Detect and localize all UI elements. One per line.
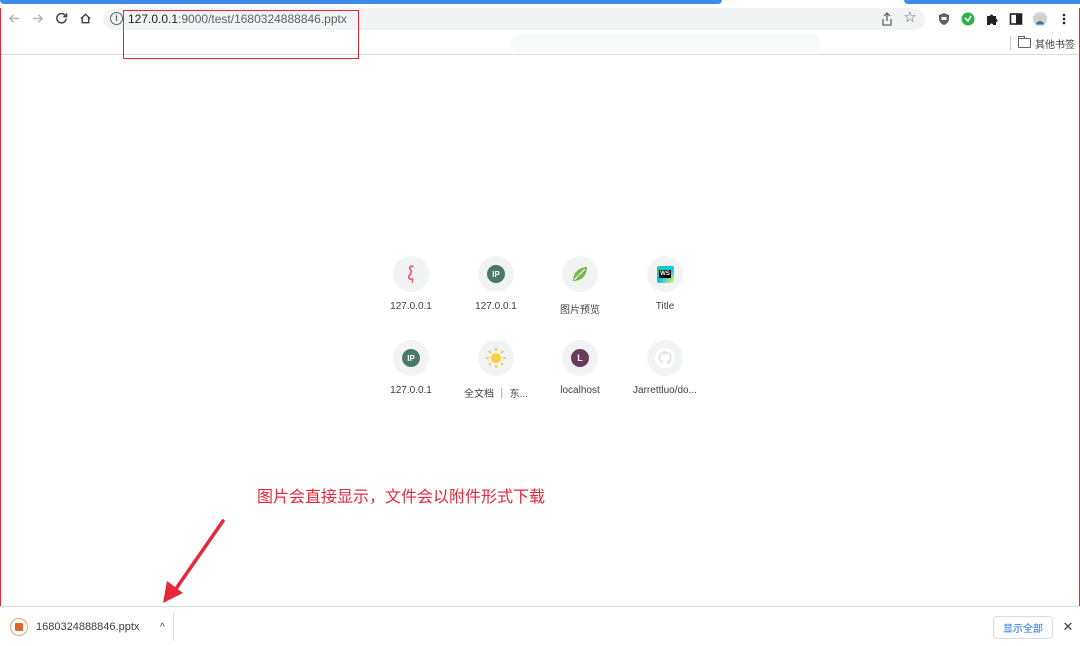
shortcut-label: Title [655,301,675,312]
back-button[interactable] [4,8,24,28]
bookmarks-bar: 其他书签 [0,31,1080,55]
shortcut-label: localhost [560,385,600,396]
url-text[interactable]: 127.0.0.1:9000/test/1680324888846.pptx [128,11,347,27]
shortcut-icon-wrap [478,340,514,376]
shield-icon [939,13,949,25]
spring-leaf-icon [573,267,587,281]
pptx-file-icon [10,618,28,636]
shortcut-icon-wrap [393,256,429,292]
show-all-button[interactable]: 显示全部 [993,616,1053,639]
arrow-left-icon [8,13,19,23]
download-file-name: 1680324888846.pptx [36,621,140,633]
letter-l-icon: L [571,349,589,367]
webstorm-badge-text: WS [659,270,671,278]
shortcut-tile[interactable]: 图片预览 [532,256,628,328]
shortcut-label: 127.0.0.1 [390,385,432,396]
shortcut-label: 全文档 ｜ 东... [464,389,528,400]
extensions-button[interactable] [984,11,1000,27]
annotation-arrow-icon [163,519,225,603]
shortcut-icon-wrap: IP [478,256,514,292]
extension-shield[interactable] [936,11,952,27]
url-path: :9000/test/1680324888846.pptx [178,12,347,26]
reload-button[interactable] [51,8,71,28]
ip-icon: IP [487,265,505,283]
green-check-icon [961,12,975,26]
shortcut-tile[interactable]: Jarrettluo/do... [617,340,713,412]
kebab-menu-icon [1062,13,1066,25]
bookmarks-blank-area [510,34,820,52]
side-panel-icon [1009,13,1023,25]
avatar-icon [1033,12,1047,26]
flamingo-icon [407,265,414,284]
download-item[interactable]: 1680324888846.pptx ^ [6,613,174,641]
menu-button[interactable] [1056,11,1072,27]
profile-avatar[interactable] [1032,11,1048,27]
shortcut-tile[interactable]: IP 127.0.0.1 [363,340,459,412]
extension-green[interactable] [960,11,976,27]
tab-indicator[interactable] [904,0,1080,4]
forward-button[interactable] [27,8,47,28]
reload-icon [55,12,67,24]
shortcut-icon-wrap [562,256,598,292]
shortcut-label: 图片预览 [560,305,600,316]
shortcut-tile[interactable]: WS Title [617,256,713,328]
address-bar[interactable]: i 127.0.0.1:9000/test/1680324888846.pptx… [103,8,925,30]
shortcut-label: Jarrettluo/do... [633,385,697,396]
chevron-up-icon[interactable]: ^ [155,622,169,633]
shortcut-icon-wrap [647,340,683,376]
active-tab-indicator[interactable] [0,0,722,4]
shortcut-tile[interactable]: 全文档 ｜ 东... [448,340,544,412]
sun-icon [486,348,506,368]
arrow-right-icon [32,13,43,23]
folder-icon [1018,36,1031,48]
shortcut-label: 127.0.0.1 [475,301,517,312]
shortcut-tile[interactable]: IP 127.0.0.1 [448,256,544,328]
other-bookmarks-label: 其他书签 [1035,39,1075,51]
shortcut-icon-wrap: WS [647,256,683,292]
puzzle-icon [987,14,998,25]
download-shelf: 1680324888846.pptx ^ 显示全部 ✕ [0,606,1080,646]
share-icon[interactable] [879,11,895,27]
close-icon[interactable]: ✕ [1060,618,1076,636]
bookmarks-separator [1010,36,1011,50]
annotation-text: 图片会直接显示，文件会以附件形式下载 [257,487,546,506]
shortcut-icon-wrap: L [562,340,598,376]
shortcut-tile[interactable]: 127.0.0.1 [363,256,459,328]
other-bookmarks-button[interactable]: 其他书签 [1018,35,1075,51]
github-icon [655,348,675,368]
ip-icon: IP [402,349,420,367]
webstorm-icon: WS [656,265,674,283]
browser-toolbar: i 127.0.0.1:9000/test/1680324888846.pptx… [0,5,1080,31]
info-icon[interactable]: i [110,12,123,25]
bookmark-star-icon[interactable]: ☆ [901,9,919,27]
url-host: 127.0.0.1 [128,12,179,26]
home-button[interactable] [75,8,95,28]
home-icon [79,12,91,23]
shortcut-icon-wrap: IP [393,340,429,376]
shortcut-tile[interactable]: L localhost [532,340,628,412]
side-panel-button[interactable] [1008,11,1024,27]
shortcut-label: 127.0.0.1 [390,301,432,312]
